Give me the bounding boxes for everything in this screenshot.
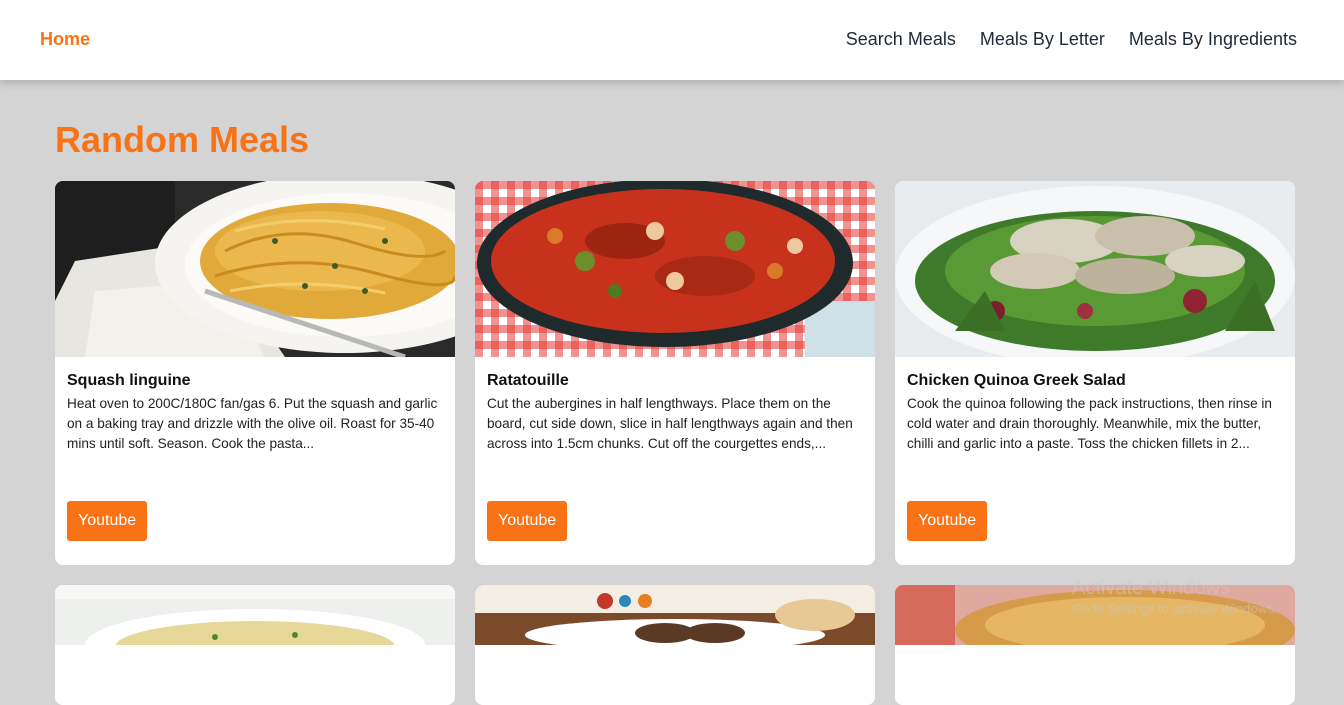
nav-home-link[interactable]: Home bbox=[40, 29, 90, 49]
meal-description: Cook the quinoa following the pack instr… bbox=[907, 396, 1272, 451]
meal-image[interactable] bbox=[55, 585, 455, 645]
meal-card: Chicken Quinoa Greek Salad Cook the quin… bbox=[895, 181, 1295, 565]
youtube-button[interactable]: Youtube bbox=[67, 501, 148, 541]
meal-image[interactable] bbox=[895, 181, 1295, 357]
meal-image[interactable] bbox=[895, 585, 1295, 645]
meal-card bbox=[895, 585, 1295, 705]
nav-meals-by-letter-link[interactable]: Meals By Letter bbox=[980, 29, 1105, 49]
meal-image[interactable] bbox=[475, 181, 875, 357]
top-navbar: Home Search Meals Meals By Letter Meals … bbox=[0, 0, 1344, 80]
meal-title: Ratatouille bbox=[487, 372, 569, 389]
meal-card bbox=[55, 585, 455, 705]
meal-title: Chicken Quinoa Greek Salad bbox=[907, 372, 1126, 389]
youtube-button[interactable]: Youtube bbox=[487, 501, 568, 541]
nav-meals-by-ingredients-link[interactable]: Meals By Ingredients bbox=[1129, 29, 1297, 49]
meal-image[interactable] bbox=[475, 585, 875, 645]
page-title: Random Meals bbox=[55, 119, 310, 160]
meal-title: Squash linguine bbox=[67, 372, 191, 389]
meal-card bbox=[475, 585, 875, 705]
meal-card: Squash linguine Heat oven to 200C/180C f… bbox=[55, 181, 455, 565]
meal-card: Ratatouille Cut the aubergines in half l… bbox=[475, 181, 875, 565]
nav-links: Search Meals Meals By Letter Meals By In… bbox=[846, 29, 1297, 49]
meal-description: Heat oven to 200C/180C fan/gas 6. Put th… bbox=[67, 396, 438, 451]
meal-image[interactable] bbox=[55, 181, 455, 357]
meal-description: Cut the aubergines in half lengthways. P… bbox=[487, 396, 853, 451]
youtube-button[interactable]: Youtube bbox=[907, 501, 988, 541]
nav-search-meals-link[interactable]: Search Meals bbox=[846, 29, 956, 49]
